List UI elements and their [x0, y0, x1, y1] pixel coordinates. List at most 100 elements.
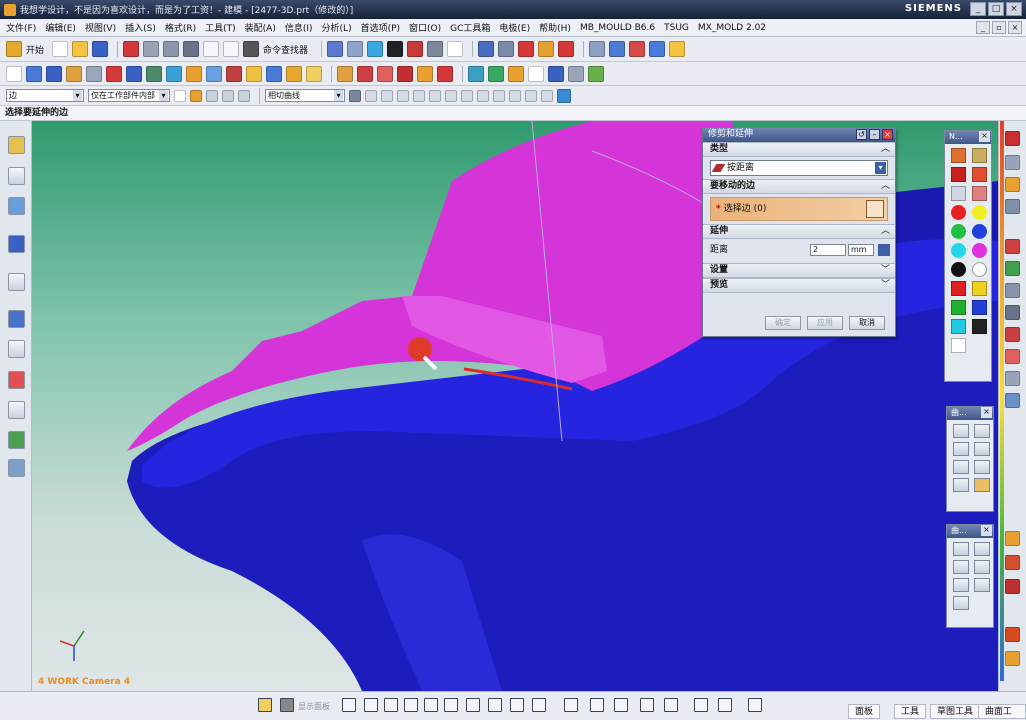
ruler-icon[interactable]	[718, 698, 732, 712]
zoom-icon[interactable]	[347, 41, 364, 57]
hole-icon[interactable]	[66, 65, 82, 82]
dimension-icon[interactable]	[694, 698, 708, 712]
reset-icon[interactable]: ↺	[856, 129, 867, 140]
curve-rule-options-icon[interactable]	[349, 89, 361, 102]
arc-icon[interactable]	[974, 542, 990, 556]
right-tool-2-icon[interactable]	[1005, 155, 1020, 170]
text-icon[interactable]	[1005, 349, 1020, 364]
doc-restore-button[interactable]: ▫	[992, 21, 1006, 34]
right-tool-17-icon[interactable]	[1005, 651, 1020, 666]
palette-close-icon[interactable]: ×	[981, 525, 992, 536]
green-cube-icon[interactable]	[951, 300, 966, 315]
orange-material-icon[interactable]	[972, 167, 987, 182]
open-file-icon[interactable]	[72, 41, 89, 57]
circle-icon[interactable]	[404, 698, 418, 712]
snap-midpoint-icon[interactable]	[381, 89, 393, 102]
wireframe-icon[interactable]	[427, 41, 444, 57]
start-icon[interactable]	[6, 41, 22, 57]
polygon-icon[interactable]	[974, 560, 990, 574]
line-icon[interactable]	[953, 542, 969, 556]
split-body-icon[interactable]	[286, 65, 302, 82]
snap-settings-icon[interactable]	[190, 89, 202, 102]
filter-icon[interactable]	[174, 89, 186, 102]
chevron-down-icon[interactable]: ▾	[875, 162, 886, 174]
menu-analysis[interactable]: 分析(L)	[322, 21, 352, 34]
project-curve-icon[interactable]	[974, 578, 990, 592]
material-icon[interactable]	[951, 148, 966, 163]
right-tool-9-icon[interactable]	[1005, 327, 1020, 342]
doc-close-button[interactable]: ×	[1008, 21, 1022, 34]
mirror-sketch-icon[interactable]	[640, 698, 654, 712]
show-icon[interactable]	[538, 41, 555, 57]
rectangle-select-icon[interactable]	[238, 89, 250, 102]
menu-window[interactable]: 窗口(O)	[409, 21, 441, 34]
offset-icon[interactable]	[532, 698, 546, 712]
dialog-close-button[interactable]: ×	[882, 129, 893, 140]
constraint-icon[interactable]	[649, 41, 666, 57]
menu-file[interactable]: 文件(F)	[6, 21, 36, 34]
mirror-icon[interactable]	[437, 65, 453, 82]
right-tool-6-icon[interactable]	[1005, 261, 1020, 276]
trim-sheet-icon[interactable]	[974, 478, 990, 492]
binoculars-icon[interactable]	[243, 41, 260, 57]
right-tool-11-icon[interactable]	[1005, 371, 1020, 386]
tab-surface-tools[interactable]: 曲面工具	[978, 704, 1026, 719]
polygon-sketch-icon[interactable]	[488, 698, 502, 712]
undo-icon[interactable]	[203, 41, 220, 57]
right-tool-12-icon[interactable]	[1005, 393, 1020, 408]
menu-tsug[interactable]: TSUG	[664, 23, 689, 33]
blue-color-swatch[interactable]	[972, 224, 987, 239]
snap-quadrant-icon[interactable]	[445, 89, 457, 102]
history-icon[interactable]	[8, 340, 25, 358]
rectangle-icon[interactable]	[466, 698, 480, 712]
fit-view-icon[interactable]	[327, 41, 344, 57]
constraint-icon[interactable]	[664, 698, 678, 712]
curve-rule-combo[interactable]: 相切曲线	[265, 89, 345, 102]
arc-icon[interactable]	[384, 698, 398, 712]
snap-point-icon[interactable]	[541, 89, 553, 102]
assembly-navigator-icon[interactable]	[8, 136, 25, 154]
replace-face-icon[interactable]	[488, 65, 504, 82]
move-face-icon[interactable]	[468, 65, 484, 82]
intersect-icon[interactable]	[377, 65, 393, 82]
studio-spline-icon[interactable]	[953, 560, 969, 574]
maximize-button[interactable]: □	[988, 2, 1004, 16]
trim-icon[interactable]	[564, 698, 578, 712]
yellow-cube-icon[interactable]	[972, 281, 987, 296]
red-cube-icon[interactable]	[951, 281, 966, 296]
close-button[interactable]: ×	[1006, 2, 1022, 16]
deselect-icon[interactable]	[222, 89, 234, 102]
menu-format[interactable]: 格式(R)	[165, 21, 196, 34]
snap-tangent-icon[interactable]	[525, 89, 537, 102]
green-color-swatch[interactable]	[951, 224, 966, 239]
chamfer-sketch-icon[interactable]	[444, 698, 458, 712]
section-preview[interactable]: 预览 ﹀	[703, 278, 895, 293]
component-icon[interactable]	[629, 41, 646, 57]
chamfer-icon[interactable]	[206, 65, 222, 82]
cyan-cube-icon[interactable]	[951, 319, 966, 334]
measure-icon[interactable]	[558, 41, 575, 57]
hd3d-tools-icon[interactable]	[8, 273, 25, 291]
line-icon[interactable]	[364, 698, 378, 712]
white-cube-icon[interactable]	[951, 338, 966, 353]
sew-icon[interactable]	[306, 65, 322, 82]
extend-icon[interactable]	[590, 698, 604, 712]
ok-button[interactable]: 确定	[765, 316, 801, 330]
black-cube-icon[interactable]	[972, 319, 987, 334]
pink-material-icon[interactable]	[972, 186, 987, 201]
orient-view-icon[interactable]	[447, 41, 464, 57]
dialog-collapse-button[interactable]: –	[869, 129, 880, 140]
trim-body-icon[interactable]	[266, 65, 282, 82]
type-filter-combo[interactable]: 边	[6, 89, 84, 102]
block-icon[interactable]	[126, 65, 142, 82]
menu-mb-mould[interactable]: MB_MOULD B6.6	[580, 23, 655, 33]
through-curve-mesh-icon[interactable]	[974, 424, 990, 438]
layer-icon[interactable]	[478, 41, 495, 57]
redo-icon[interactable]	[223, 41, 240, 57]
tab-sketch-tools[interactable]: 草图工具	[930, 704, 981, 719]
studio-surface-icon[interactable]	[974, 442, 990, 456]
distance-options-icon[interactable]	[878, 244, 890, 256]
white-color-swatch[interactable]	[972, 262, 987, 277]
type-dropdown[interactable]: 按距离 ▾	[710, 160, 888, 176]
right-tool-8-icon[interactable]	[1005, 305, 1020, 320]
